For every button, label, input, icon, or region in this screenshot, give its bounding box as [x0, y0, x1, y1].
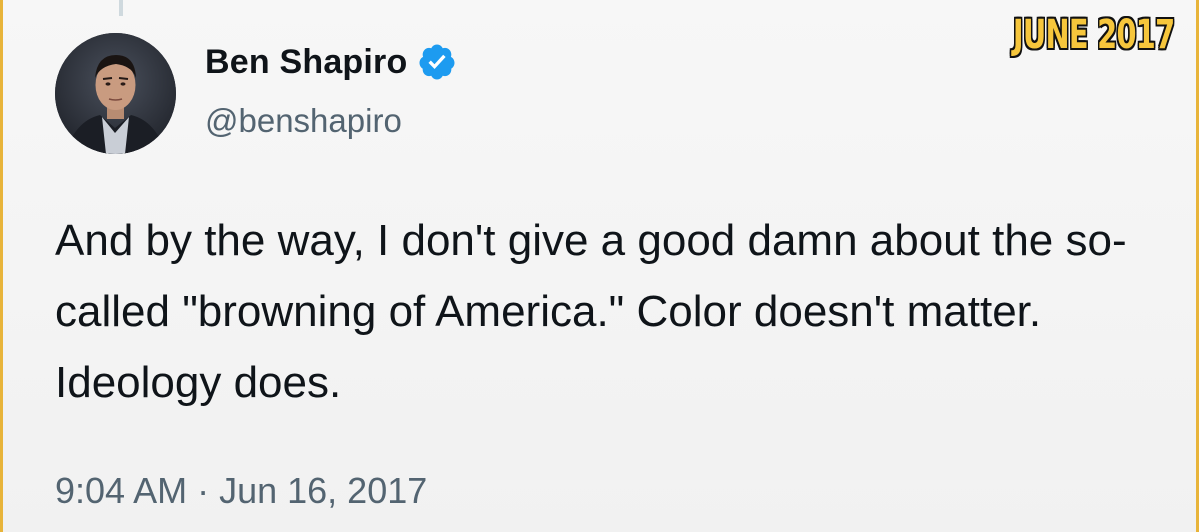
date-overlay-badge: JUNE 2017 [1012, 12, 1174, 58]
tweet-body-text: And by the way, I don't give a good damn… [55, 216, 1127, 407]
author-name-row: Ben Shapiro [205, 42, 457, 82]
author-display-name[interactable]: Ben Shapiro [205, 43, 407, 82]
profile-photo-icon [55, 33, 176, 154]
tweet-card: Ben Shapiro @benshapiro JUNE 2017 And by… [0, 0, 1199, 532]
tweet-timestamp[interactable]: 9:04 AM · Jun 16, 2017 [55, 470, 427, 512]
avatar[interactable] [55, 33, 176, 154]
thread-connector-line [119, 0, 123, 16]
author-handle[interactable]: @benshapiro [205, 102, 402, 140]
verified-badge-icon [417, 42, 457, 82]
